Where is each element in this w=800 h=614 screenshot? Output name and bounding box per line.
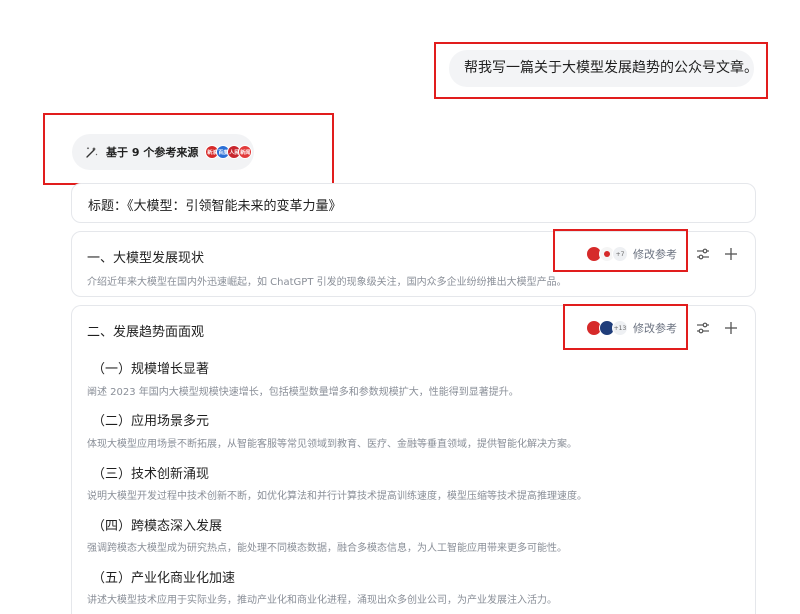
subsection-description: 体现大模型应用场景不断拓展，从智能客服等常见领域到教育、医疗、金融等垂直领域，提… (87, 439, 577, 450)
subsection-heading: （二）应用场景多元 (92, 414, 210, 429)
subsection-heading: （五）产业化商业化加速 (92, 571, 236, 586)
subsection-description: 讲述大模型技术应用于实际业务，推动产业化和商业化进程，涌现出众多创业公司，为产业… (87, 595, 557, 606)
highlight-box-user-message (434, 42, 768, 99)
section-description: 介绍近年来大模型在国内外迅速崛起，如 ChatGPT 引发的现象级关注，国内众多… (87, 277, 567, 288)
article-title-card[interactable]: 标题：《大模型：引领智能未来的变革力量》 (71, 183, 756, 223)
section-heading: 二、发展趋势面面观 (87, 325, 205, 340)
subsection-heading: （三）技术创新涌现 (92, 467, 210, 482)
plus-icon[interactable] (723, 320, 739, 336)
subsection-description: 强调跨模态大模型成为研究热点，能处理不同模态数据，融合多模态信息，为人工智能应用… (87, 543, 567, 554)
subsection-heading: （一）规模增长显著 (92, 362, 210, 377)
section-card-2[interactable]: 二、发展趋势面面观 +13 修改参考 （一）规模增长显著 阐述 2023 年国内… (71, 305, 756, 614)
sliders-icon[interactable] (695, 320, 711, 336)
subsection-description: 说明大模型开发过程中技术创新不断，如优化算法和并行计算技术提高训练速度，模型压缩… (87, 491, 587, 502)
highlight-box-modify-reference-2 (563, 304, 688, 350)
subsection-description: 阐述 2023 年国内大模型规模快速增长，包括模型数量增多和参数规模扩大，性能得… (87, 387, 519, 398)
subsection-heading: （四）跨模态深入发展 (92, 519, 223, 534)
article-title: 标题：《大模型：引领智能未来的变革力量》 (88, 199, 342, 214)
highlight-box-sources (43, 113, 334, 185)
highlight-box-modify-reference-1 (553, 229, 688, 272)
sliders-icon[interactable] (695, 246, 711, 262)
section-heading: 一、大模型发展现状 (87, 251, 205, 266)
plus-icon[interactable] (723, 246, 739, 262)
